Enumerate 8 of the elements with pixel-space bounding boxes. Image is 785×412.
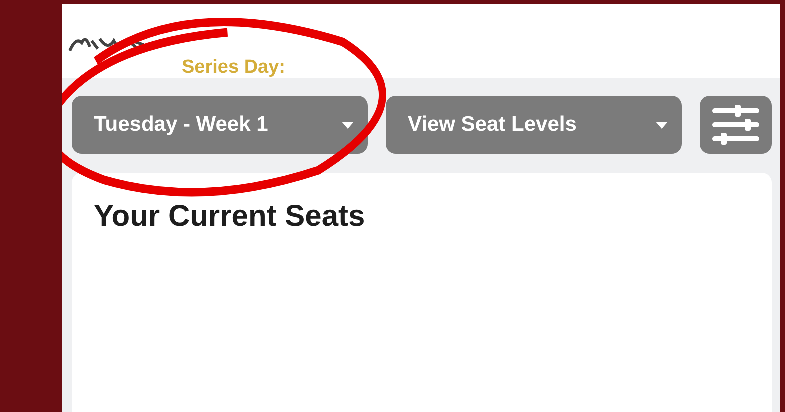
card-title: Your Current Seats: [94, 199, 366, 235]
caret-icon: [342, 122, 354, 128]
dropdown-button[interactable]: Tuesday - Week 1: [72, 96, 368, 154]
sliders-icon: [712, 105, 760, 145]
dropdown-button[interactable]: View Seat Levels: [386, 96, 682, 154]
settings-button[interactable]: [700, 96, 772, 154]
series-day-label: Series Day:: [182, 56, 286, 80]
caret-icon: [656, 122, 668, 128]
